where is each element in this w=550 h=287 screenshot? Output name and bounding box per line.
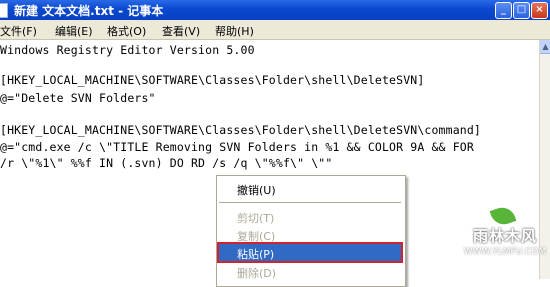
scroll-up-arrow-icon[interactable]: ▲ bbox=[540, 40, 550, 54]
menu-separator bbox=[219, 202, 401, 203]
menu-view[interactable]: 查看(V) bbox=[162, 23, 200, 39]
text-line: @="cmd.exe /c \"TITLE Removing SVN Folde… bbox=[0, 140, 474, 154]
title-bar[interactable]: 新建 文本文档.txt - 记事本 _ □ × bbox=[0, 0, 550, 20]
menu-edit[interactable]: 编辑(E) bbox=[55, 23, 93, 39]
menu-help[interactable]: 帮助(H) bbox=[215, 23, 254, 39]
menu-format[interactable]: 格式(O) bbox=[107, 23, 146, 39]
watermark-url: WWW.YLMFU.COM bbox=[463, 247, 547, 257]
text-line: @="Delete SVN Folders" bbox=[0, 91, 156, 105]
text-line: Windows Registry Editor Version 5.00 bbox=[0, 43, 255, 57]
context-cut[interactable]: 剪切(T) bbox=[219, 208, 401, 225]
minimize-button[interactable]: _ bbox=[495, 2, 512, 19]
text-line: [HKEY_LOCAL_MACHINE\SOFTWARE\Classes\Fol… bbox=[0, 123, 482, 137]
watermark-brand: 雨林木风 bbox=[472, 227, 537, 245]
menu-file[interactable]: 文件(F) bbox=[0, 23, 37, 39]
close-button[interactable]: × bbox=[531, 2, 548, 19]
notepad-icon bbox=[0, 3, 8, 18]
watermark-logo: 雨林木风 WWW.YLMFU.COM bbox=[462, 203, 548, 277]
text-line: /r \"%1\" %%f IN (.svn) DO RD /s /q \"%%… bbox=[0, 156, 333, 170]
context-undo[interactable]: 撤销(U) bbox=[219, 180, 401, 197]
menu-bar: 文件(F) 编辑(E) 格式(O) 查看(V) 帮助(H) bbox=[0, 20, 550, 40]
text-line: [HKEY_LOCAL_MACHINE\SOFTWARE\Classes\Fol… bbox=[0, 73, 425, 87]
context-delete[interactable]: 删除(D) bbox=[219, 263, 401, 280]
context-copy[interactable]: 复制(C) bbox=[219, 226, 401, 243]
context-paste[interactable]: 粘贴(P) bbox=[217, 242, 403, 263]
context-menu: 撤销(U) 剪切(T) 复制(C) 粘贴(P) 删除(D) bbox=[216, 175, 406, 287]
window-title: 新建 文本文档.txt - 记事本 bbox=[14, 4, 164, 18]
maximize-button[interactable]: □ bbox=[513, 2, 530, 19]
